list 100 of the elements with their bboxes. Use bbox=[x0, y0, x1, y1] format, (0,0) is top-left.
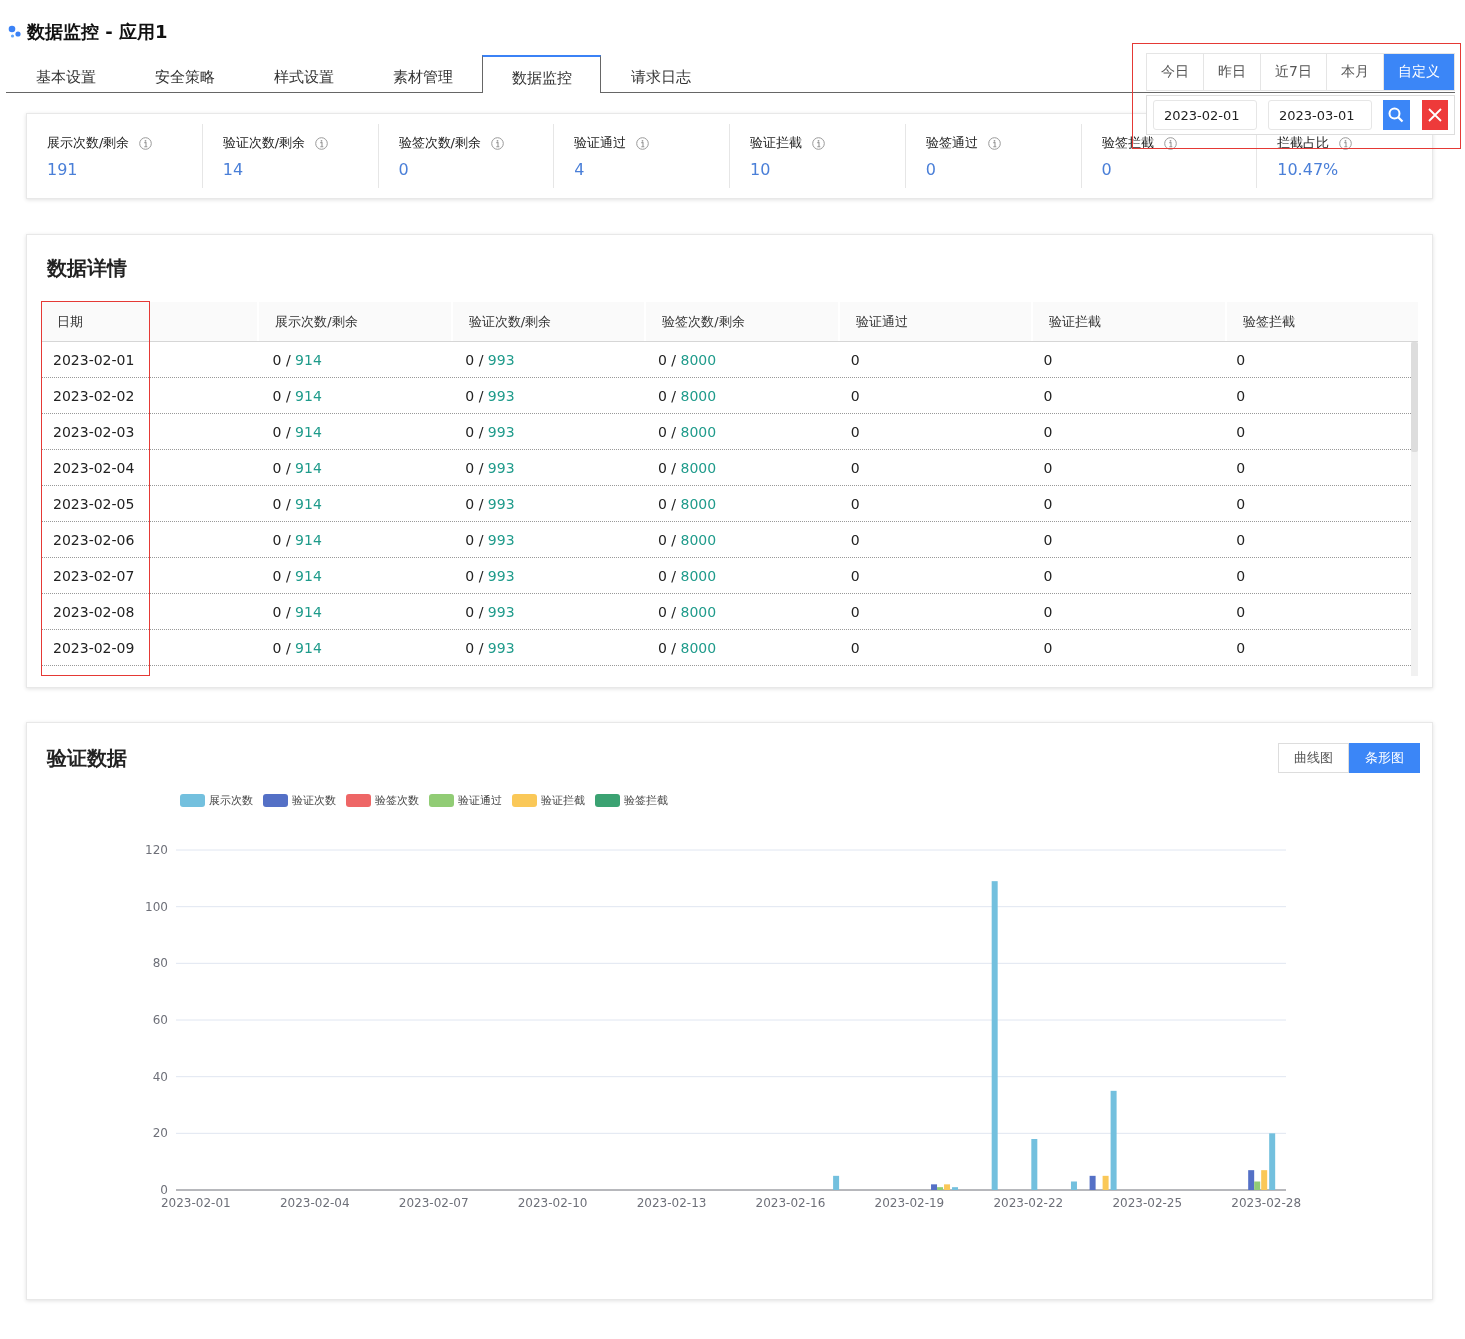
start-date-field[interactable]: 2023-02-01 bbox=[1153, 100, 1257, 130]
tab[interactable]: 安全策略 bbox=[125, 55, 244, 93]
table-cell: 0 / 914 bbox=[272, 567, 322, 584]
stat-label: 展示次数/剩余 bbox=[47, 134, 130, 152]
table-cell: 0 / 993 bbox=[465, 603, 515, 620]
stat-value: 4 bbox=[574, 160, 585, 179]
date-preset-button[interactable]: 自定义 bbox=[1384, 54, 1454, 90]
y-tick-label: 60 bbox=[152, 1013, 168, 1027]
chart-type-toggle[interactable]: 条形图 bbox=[1349, 743, 1420, 773]
x-tick-label: 2023-02-16 bbox=[755, 1196, 826, 1210]
table-cell: 0 / 914 bbox=[272, 531, 322, 548]
table-cell: 0 / 914 bbox=[272, 387, 322, 404]
x-tick-label: 2023-02-01 bbox=[160, 1196, 231, 1210]
table-cell: 0 bbox=[1236, 639, 1246, 656]
table-cell: 2023-02-05 bbox=[53, 495, 135, 512]
tab[interactable]: 素材管理 bbox=[363, 55, 482, 93]
table-cell: 0 / 914 bbox=[272, 495, 322, 512]
table-cell: 0 bbox=[1236, 567, 1246, 584]
bar[interactable] bbox=[1070, 1181, 1077, 1190]
table-cell: 0 / 914 bbox=[272, 459, 322, 476]
table-cell: 0 bbox=[850, 387, 860, 404]
table-cell: 0 bbox=[1043, 387, 1053, 404]
info-icon[interactable] bbox=[1339, 136, 1353, 150]
search-button[interactable] bbox=[1383, 100, 1410, 130]
scrollbar[interactable] bbox=[1411, 342, 1418, 676]
bar[interactable] bbox=[931, 1184, 938, 1190]
stat-value: 0 bbox=[1101, 160, 1112, 179]
legend-swatch[interactable] bbox=[346, 794, 371, 807]
info-icon[interactable] bbox=[1163, 136, 1177, 150]
logo-icon bbox=[8, 25, 22, 39]
x-tick-label: 2023-02-19 bbox=[874, 1196, 945, 1210]
tab[interactable]: 样式设置 bbox=[244, 55, 363, 93]
bar[interactable] bbox=[1269, 1133, 1276, 1190]
y-tick-label: 120 bbox=[145, 843, 168, 857]
tab[interactable]: 请求日志 bbox=[601, 55, 720, 93]
table-cell: 0 / 993 bbox=[465, 351, 515, 368]
table-cell: 0 / 993 bbox=[465, 423, 515, 440]
column-header: 验证次数/剩余 bbox=[468, 312, 552, 331]
stat-label: 验证次数/剩余 bbox=[222, 134, 306, 152]
table-cell: 0 bbox=[1043, 531, 1053, 548]
legend-swatch[interactable] bbox=[512, 794, 537, 807]
legend-swatch[interactable] bbox=[429, 794, 454, 807]
x-tick-label: 2023-02-10 bbox=[517, 1196, 588, 1210]
x-tick-label: 2023-02-07 bbox=[398, 1196, 469, 1210]
table-cell: 0 bbox=[1043, 603, 1053, 620]
table-cell: 0 bbox=[850, 459, 860, 476]
table-cell: 2023-02-01 bbox=[53, 351, 135, 368]
legend-label[interactable]: 验证通过 bbox=[458, 793, 502, 808]
table-cell: 0 / 914 bbox=[272, 639, 322, 656]
table-cell: 0 bbox=[1043, 567, 1053, 584]
tab[interactable]: 基本设置 bbox=[6, 55, 125, 93]
y-tick-label: 20 bbox=[152, 1126, 168, 1141]
legend-swatch[interactable] bbox=[595, 794, 620, 807]
stat-value: 14 bbox=[222, 160, 244, 179]
legend-label[interactable]: 展示次数 bbox=[209, 793, 253, 808]
y-tick-label: 80 bbox=[152, 956, 168, 971]
table-cell: 0 / 8000 bbox=[658, 567, 717, 584]
table-cell: 0 bbox=[850, 351, 860, 368]
x-tick-label: 2023-02-28 bbox=[1231, 1196, 1302, 1210]
bar[interactable] bbox=[833, 1175, 840, 1190]
info-icon[interactable] bbox=[987, 136, 1001, 150]
table-cell: 0 / 8000 bbox=[658, 639, 717, 656]
table-cell: 0 / 914 bbox=[272, 351, 322, 368]
table-cell: 0 / 8000 bbox=[658, 531, 717, 548]
table-cell: 0 bbox=[850, 567, 860, 584]
legend-swatch[interactable] bbox=[180, 794, 205, 807]
table-cell: 2023-02-04 bbox=[53, 459, 135, 476]
stat-value: 191 bbox=[47, 160, 78, 179]
x-tick-label: 2023-02-04 bbox=[279, 1196, 350, 1210]
info-icon[interactable] bbox=[812, 136, 825, 150]
tab[interactable]: 数据监控 bbox=[482, 55, 601, 93]
chart-type-toggle[interactable]: 曲线图 bbox=[1278, 743, 1349, 773]
table-cell: 2023-02-08 bbox=[53, 603, 135, 620]
stat-value: 0 bbox=[925, 160, 936, 179]
y-tick-label: 40 bbox=[152, 1069, 168, 1084]
table-cell: 0 bbox=[850, 531, 860, 548]
legend-label[interactable]: 验证次数 bbox=[292, 793, 336, 808]
legend-label[interactable]: 验证拦截 bbox=[541, 793, 585, 808]
section-title: 数据详情 bbox=[47, 255, 128, 282]
table-cell: 0 / 8000 bbox=[658, 495, 717, 512]
info-icon[interactable] bbox=[636, 136, 650, 150]
legend-swatch[interactable] bbox=[263, 794, 288, 807]
clear-button[interactable] bbox=[1421, 100, 1448, 130]
bar[interactable] bbox=[1089, 1175, 1096, 1190]
stat-label: 验证拦截 bbox=[750, 134, 802, 152]
end-date-field[interactable]: 2023-03-01 bbox=[1268, 100, 1372, 130]
legend-label[interactable]: 验签拦截 bbox=[624, 793, 668, 808]
legend-label[interactable]: 验签次数 bbox=[375, 793, 419, 808]
table-cell: 0 bbox=[1236, 603, 1246, 620]
table-cell: 2023-02-02 bbox=[53, 387, 135, 404]
bar[interactable] bbox=[937, 1187, 944, 1190]
info-icon[interactable] bbox=[315, 136, 329, 150]
table-cell: 0 / 993 bbox=[465, 531, 515, 548]
bar[interactable] bbox=[1248, 1170, 1255, 1190]
stat-label: 验证通过 bbox=[574, 134, 627, 152]
table-cell: 0 / 914 bbox=[272, 603, 322, 620]
info-icon[interactable] bbox=[139, 136, 153, 150]
stat-value: 0 bbox=[398, 160, 409, 179]
bar[interactable] bbox=[952, 1187, 959, 1190]
info-icon[interactable] bbox=[490, 136, 504, 150]
